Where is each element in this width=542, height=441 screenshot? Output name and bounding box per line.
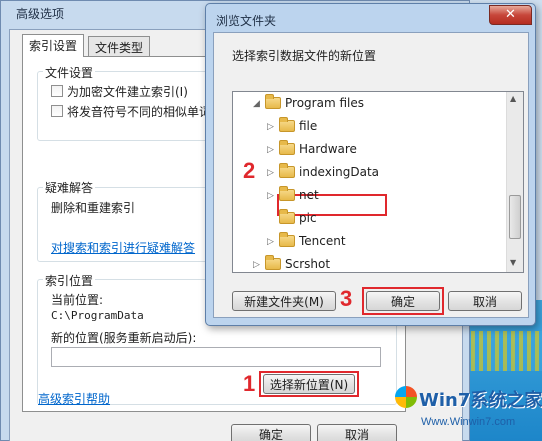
step-3-marker: 3 xyxy=(340,286,353,311)
tree-item-net[interactable]: ▷ net xyxy=(267,184,319,206)
tree-item-hardware[interactable]: ▷ Hardware xyxy=(267,138,357,160)
index-location-title: 索引位置 xyxy=(43,272,96,289)
advanced-index-help-link[interactable]: 高级索引帮助 xyxy=(38,390,110,407)
rebuild-label: 删除和重建索引 xyxy=(51,201,136,215)
window-title: 高级选项 xyxy=(16,7,65,21)
close-button[interactable]: ✕ xyxy=(489,5,532,25)
folder-icon xyxy=(279,162,295,178)
encrypt-checkbox[interactable] xyxy=(51,85,63,97)
watermark-brand: Win7系统之家 xyxy=(419,390,542,411)
tab-index-settings[interactable]: 索引设置 xyxy=(22,34,85,57)
folder-icon xyxy=(265,93,281,109)
dialog-client: 选择索引数据文件的新位置 ◢ Program files ▷ file ▷ Hardw… xyxy=(213,32,529,318)
folder-icon xyxy=(279,116,295,132)
dialog-description: 选择索引数据文件的新位置 xyxy=(232,49,377,63)
collapsed-icon[interactable]: ▷ xyxy=(267,231,277,253)
tree-item-tencent[interactable]: ▷ Tencent xyxy=(267,230,346,252)
tree-item-indexingdata[interactable]: ▷ indexingData xyxy=(267,161,379,183)
folder-icon xyxy=(279,139,295,155)
folder-icon xyxy=(279,185,295,201)
new-folder-button[interactable]: 新建文件夹(M) xyxy=(232,291,336,311)
collapsed-icon[interactable]: ▷ xyxy=(267,116,277,138)
windows-logo-icon xyxy=(395,386,417,408)
tree-item-program-files[interactable]: ◢ Program files xyxy=(253,92,364,114)
collapsed-icon[interactable]: ▷ xyxy=(267,139,277,161)
watermark-url: Www.Winwin7.com xyxy=(421,416,516,428)
file-settings-title: 文件设置 xyxy=(43,64,96,81)
new-location-label: 新的位置(服务重新启动后): xyxy=(51,331,197,345)
tree-item-pic[interactable]: pic xyxy=(267,207,317,229)
ok-button[interactable]: 确定 xyxy=(231,424,311,441)
diacritics-checkbox[interactable] xyxy=(51,105,63,117)
scroll-down-icon[interactable]: ▼ xyxy=(510,258,516,267)
folder-icon xyxy=(279,208,295,224)
current-location-value: C:\ProgramData xyxy=(51,309,144,322)
tree-item-file[interactable]: ▷ file xyxy=(267,115,317,137)
collapsed-icon[interactable]: ▷ xyxy=(253,254,263,273)
collapsed-icon[interactable]: ▷ xyxy=(267,185,277,207)
folder-icon xyxy=(279,231,295,247)
select-new-location-button[interactable]: 选择新位置(N) xyxy=(263,374,355,394)
scroll-up-icon[interactable]: ▲ xyxy=(510,94,516,103)
dialog-title: 浏览文件夹 xyxy=(216,14,277,28)
tree-item-scrshot[interactable]: ▷ Scrshot xyxy=(253,253,330,273)
troubleshoot-link[interactable]: 对搜索和索引进行疑难解答 xyxy=(51,239,195,256)
step-2-marker: 2 xyxy=(243,158,256,183)
encrypt-label: 为加密文件建立索引(I) xyxy=(67,85,188,99)
new-location-field[interactable] xyxy=(51,347,381,367)
cancel-button[interactable]: 取消 xyxy=(317,424,397,441)
watermark: Win7系统之家 Www.Winwin7.com xyxy=(395,380,542,441)
dialog-ok-button[interactable]: 确定 xyxy=(366,291,440,311)
folder-tree[interactable]: ◢ Program files ▷ file ▷ Hardware ▷ indexing… xyxy=(232,91,524,273)
step-1-marker: 1 xyxy=(243,371,256,396)
folder-icon xyxy=(265,254,281,270)
dialog-cancel-button[interactable]: 取消 xyxy=(448,291,522,311)
current-location-label: 当前位置: xyxy=(51,293,104,307)
collapsed-icon[interactable]: ▷ xyxy=(267,162,277,184)
tree-scrollbar[interactable]: ▲ ▼ xyxy=(506,92,523,272)
close-icon: ✕ xyxy=(505,7,516,22)
expanded-icon[interactable]: ◢ xyxy=(253,93,263,115)
scroll-thumb[interactable] xyxy=(509,195,521,239)
diacritics-label: 将发音符号不同的相似单词 xyxy=(67,105,212,119)
troubleshoot-title: 疑难解答 xyxy=(43,179,96,196)
tab-file-types[interactable]: 文件类型 xyxy=(88,36,151,56)
